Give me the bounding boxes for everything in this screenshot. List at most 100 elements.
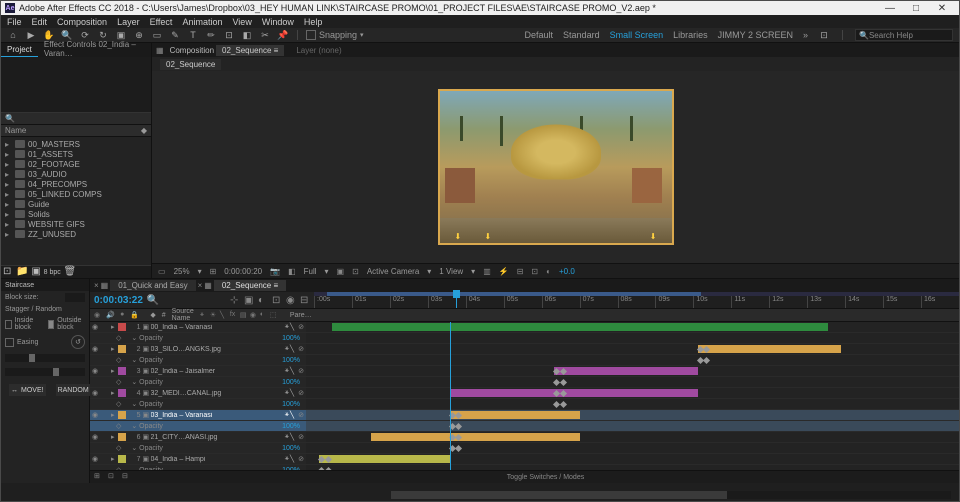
resolution-dropdown[interactable]: Full — [304, 267, 317, 276]
transparency-icon[interactable]: ⊡ — [352, 267, 359, 276]
layout-small-screen[interactable]: Small Screen — [610, 30, 664, 40]
search-help-input[interactable]: 🔍 Search Help — [855, 29, 953, 41]
zoom-level[interactable]: 25% — [174, 267, 190, 276]
keyframe-icon[interactable] — [455, 423, 462, 430]
keyframe-icon[interactable] — [325, 467, 332, 470]
exposure-value[interactable]: +0.0 — [559, 267, 575, 276]
layer-duration-bar[interactable] — [332, 323, 828, 331]
easing-checkbox[interactable] — [5, 338, 14, 347]
res-grid-icon[interactable]: ⊞ — [210, 267, 217, 276]
search-layers-icon[interactable]: 🔍 — [147, 295, 157, 305]
visibility-icon[interactable]: ◉ — [92, 323, 100, 331]
motion-blur-icon[interactable]: ◉ — [286, 295, 296, 305]
source-name-col[interactable]: Source Name — [172, 308, 194, 322]
viewer-breadcrumb[interactable]: 02_Sequence — [160, 59, 221, 70]
comp-mini-flowchart-icon[interactable]: ⊹ — [230, 295, 240, 305]
layer-duration-bar[interactable] — [319, 455, 450, 463]
keyframe-icon[interactable] — [560, 401, 567, 408]
folder-item[interactable]: ▸Guide — [1, 199, 151, 209]
keyframe-nav-icon[interactable]: ◇ — [116, 444, 121, 452]
timeline-icon[interactable]: ⊟ — [517, 267, 524, 276]
folder-item[interactable]: ▸ZZ_UNUSED — [1, 229, 151, 239]
layer-row[interactable]: ◉▸5▣03_India – Varanasi⚹╲⊘ — [90, 410, 306, 421]
frame-blend-icon[interactable]: ⊡ — [272, 295, 282, 305]
fx-switch-icon[interactable]: fx — [230, 311, 238, 319]
folder-item[interactable]: ▸01_ASSETS — [1, 149, 151, 159]
folder-item[interactable]: ▸05_LINKED COMPS — [1, 189, 151, 199]
keyframe-icon[interactable] — [703, 357, 710, 364]
layer-label-color[interactable] — [118, 411, 126, 419]
keyframe-nav-icon[interactable]: ◇ — [116, 378, 121, 386]
parent-col[interactable]: Pare… — [290, 312, 312, 319]
views-dropdown[interactable]: 1 View — [439, 267, 463, 276]
layer-duration-bar[interactable] — [450, 389, 698, 397]
menu-help[interactable]: Help — [304, 17, 323, 27]
pen-tool-icon[interactable]: ✎ — [169, 29, 181, 41]
layer-label-color[interactable] — [118, 455, 126, 463]
type-tool-icon[interactable]: T — [187, 29, 199, 41]
layer-duration-bar[interactable] — [371, 433, 580, 441]
quality-switch-icon[interactable]: ╲ — [220, 311, 228, 319]
layout-libraries[interactable]: Libraries — [673, 30, 708, 40]
playhead-line[interactable] — [450, 322, 451, 470]
menu-composition[interactable]: Composition — [57, 17, 107, 27]
layer-duration-bar[interactable] — [450, 411, 581, 419]
layer-row[interactable]: ◉▸2▣03_SILO…ANGKS.jpg⚹╲⊘ — [90, 344, 306, 355]
keyframe-nav-icon[interactable]: ◇ — [116, 400, 121, 408]
puppet-tool-icon[interactable]: 📌 — [277, 29, 289, 41]
viewer-canvas[interactable]: ⬇ ⬇ ⬇ — [152, 71, 959, 263]
collapse-switch-icon[interactable]: ☀ — [210, 311, 218, 319]
close-button[interactable]: ✕ — [929, 3, 955, 14]
playhead[interactable] — [456, 292, 457, 308]
layer-switches-icon[interactable]: ⊡ — [108, 472, 118, 482]
graph-editor-icon[interactable]: ⊟ — [300, 295, 310, 305]
layer-label-color[interactable] — [118, 367, 126, 375]
sync-icon[interactable]: ⊡ — [818, 29, 830, 41]
mag-icon[interactable]: ▭ — [158, 267, 166, 276]
visibility-icon[interactable]: ◉ — [92, 367, 100, 375]
folder-item[interactable]: ▸03_AUDIO — [1, 169, 151, 179]
adj-switch-icon[interactable]: ◐ — [260, 311, 268, 319]
track-row[interactable] — [306, 388, 959, 399]
folder-item[interactable]: ▸WEBSITE GIFS — [1, 219, 151, 229]
shy-switch-icon[interactable]: ⚹ — [200, 311, 208, 319]
track-row[interactable] — [306, 333, 959, 344]
mb-switch-icon[interactable]: ◉ — [250, 311, 258, 319]
project-search[interactable]: 🔍 — [1, 113, 151, 125]
random-button[interactable]: RANDOM — [56, 384, 91, 396]
layer-property-row[interactable]: ◇ ⌄ Opacity100% — [90, 421, 306, 432]
folder-item[interactable]: ▸04_PRECOMPS — [1, 179, 151, 189]
track-row[interactable] — [306, 410, 959, 421]
reset-icon[interactable]: ↺ — [71, 335, 85, 349]
keyframe-nav-icon[interactable]: ◇ — [116, 356, 121, 364]
folder-item[interactable]: ▸00_MASTERS — [1, 139, 151, 149]
layer-label-color[interactable] — [118, 433, 126, 441]
menu-layer[interactable]: Layer — [117, 17, 140, 27]
layer-property-row[interactable]: ◇ ⌄ Opacity100% — [90, 443, 306, 454]
move-button[interactable]: ↔ MOVE! — [9, 384, 46, 396]
home-icon[interactable]: ⌂ — [7, 29, 19, 41]
layer-row[interactable]: ◉▸7▣04_India – Hampi⚹╲⊘ — [90, 454, 306, 465]
track-row[interactable] — [306, 377, 959, 388]
timeline-tab-2[interactable]: 02_Sequence ≡ — [214, 280, 286, 291]
selection-tool-icon[interactable]: ▶ — [25, 29, 37, 41]
menu-window[interactable]: Window — [262, 17, 294, 27]
roi-icon[interactable]: ▣ — [337, 267, 345, 276]
layout-default[interactable]: Default — [525, 30, 554, 40]
viewer-comp-tab[interactable]: 02_Sequence ≡ — [216, 45, 284, 56]
menu-effect[interactable]: Effect — [150, 17, 173, 27]
eraser-tool-icon[interactable]: ◧ — [241, 29, 253, 41]
label-col-icon[interactable]: ◆ — [150, 311, 155, 319]
layer-duration-bar[interactable] — [554, 367, 698, 375]
outside-checkbox[interactable] — [48, 320, 55, 329]
preview-time[interactable]: 0:00:00:20 — [224, 267, 262, 276]
rect-tool-icon[interactable]: ▭ — [151, 29, 163, 41]
layer-row[interactable]: ◉▸3▣02_India – Jaisalmer⚹╲⊘ — [90, 366, 306, 377]
maximize-button[interactable]: □ — [903, 3, 929, 14]
layer-label-color[interactable] — [118, 345, 126, 353]
current-timecode[interactable]: 0:00:03:22 — [94, 295, 143, 306]
layout-more-icon[interactable]: » — [803, 30, 808, 40]
track-row[interactable] — [306, 454, 959, 465]
video-col-icon[interactable]: ◉ — [94, 311, 100, 319]
track-row[interactable] — [306, 399, 959, 410]
